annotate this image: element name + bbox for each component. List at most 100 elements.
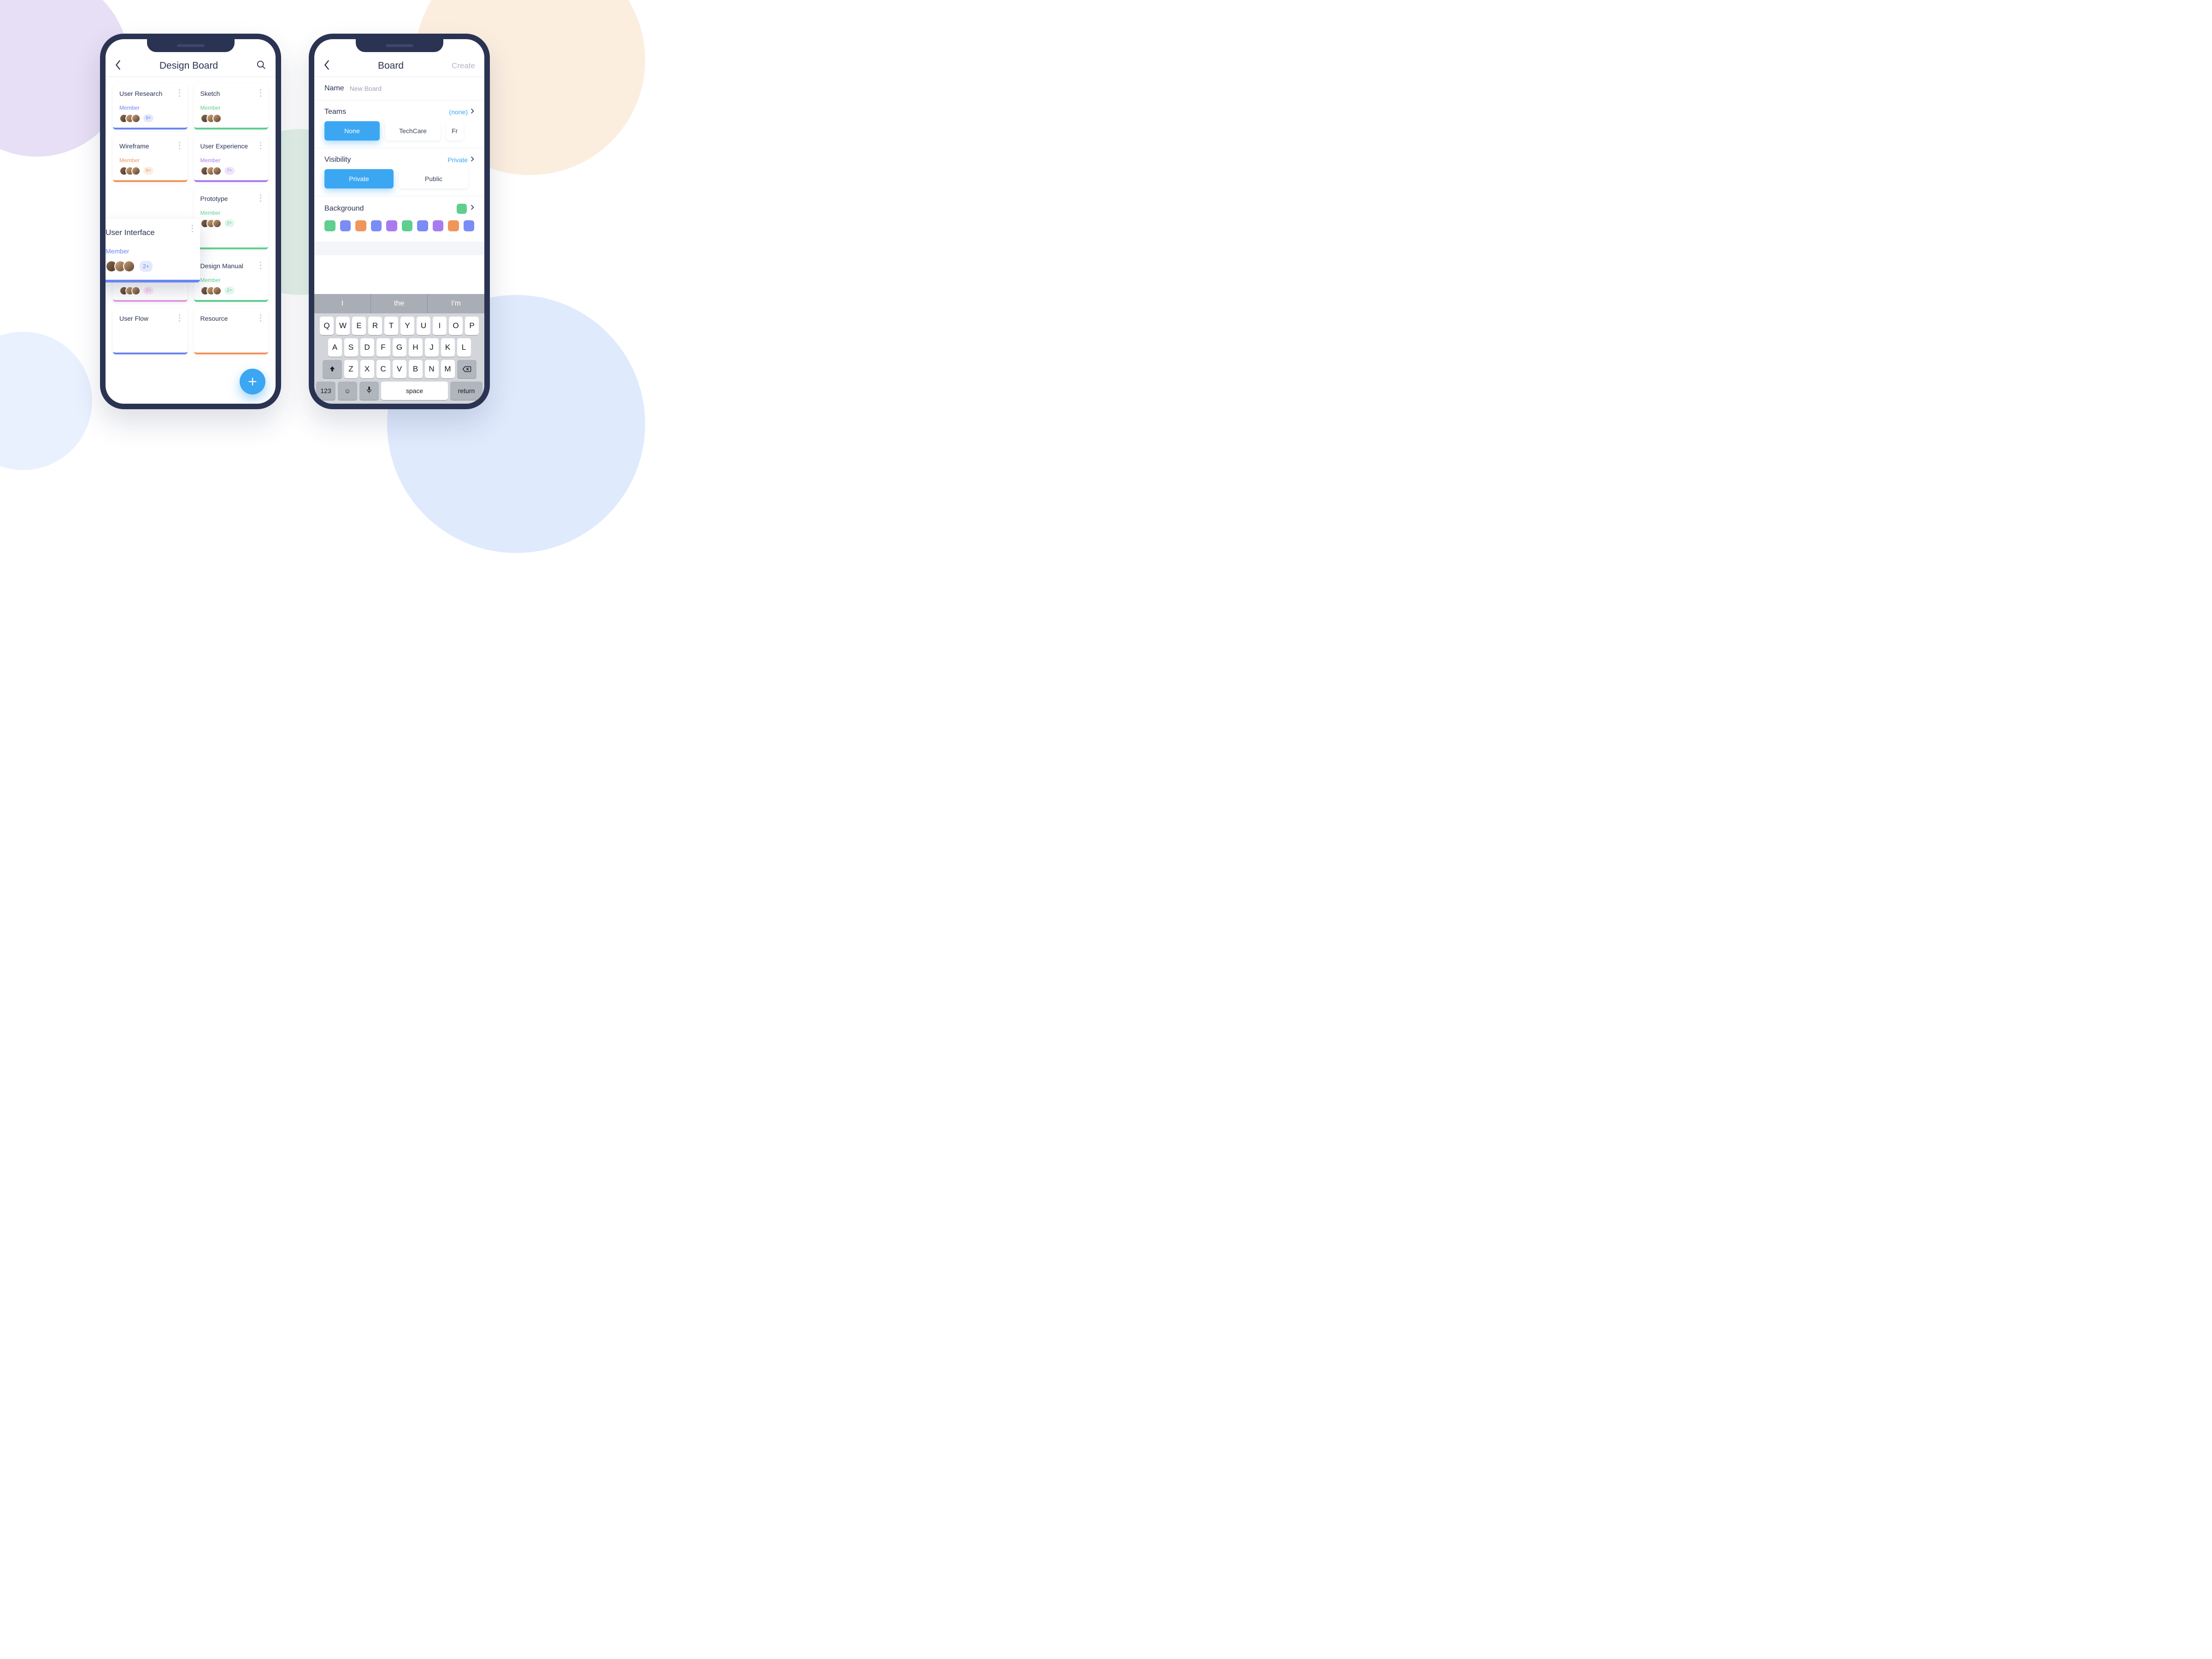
key[interactable]: M bbox=[441, 360, 455, 378]
board-card[interactable]: Design ManualMember2+ bbox=[194, 256, 269, 302]
key[interactable]: H bbox=[409, 338, 423, 357]
color-swatch[interactable] bbox=[402, 220, 413, 231]
form-spacer bbox=[314, 241, 484, 255]
board-card[interactable]: User InterfaceMember2+ bbox=[106, 219, 200, 282]
visibility-chip[interactable]: Private bbox=[324, 169, 394, 188]
key[interactable]: V bbox=[393, 360, 406, 378]
key[interactable]: G bbox=[393, 338, 406, 357]
name-field[interactable]: Name New Board bbox=[314, 77, 484, 100]
add-board-fab[interactable] bbox=[240, 369, 265, 394]
key[interactable]: S bbox=[344, 338, 358, 357]
visibility-label: Visibility bbox=[324, 156, 351, 164]
key[interactable]: K bbox=[441, 338, 455, 357]
key[interactable]: C bbox=[377, 360, 390, 378]
color-swatch[interactable] bbox=[324, 220, 335, 231]
key[interactable]: T bbox=[384, 317, 398, 335]
key[interactable]: D bbox=[360, 338, 374, 357]
card-menu-icon[interactable] bbox=[257, 313, 264, 323]
card-menu-icon[interactable] bbox=[176, 141, 183, 151]
card-menu-icon[interactable] bbox=[189, 224, 195, 234]
space-key[interactable]: space bbox=[381, 382, 448, 400]
shift-key[interactable] bbox=[323, 360, 342, 378]
numbers-key[interactable]: 123 bbox=[316, 382, 335, 400]
page-title: Board bbox=[378, 60, 404, 71]
card-title: User Research bbox=[119, 90, 181, 97]
avatar bbox=[131, 286, 141, 295]
prediction-item[interactable]: the bbox=[371, 294, 428, 313]
key[interactable]: O bbox=[449, 317, 463, 335]
key[interactable]: F bbox=[377, 338, 390, 357]
emoji-key[interactable]: ☺ bbox=[338, 382, 357, 400]
create-button[interactable]: Create bbox=[452, 61, 475, 71]
color-swatch[interactable] bbox=[340, 220, 351, 231]
board-card[interactable]: User ExperienceMember7+ bbox=[194, 136, 269, 182]
color-swatch[interactable] bbox=[371, 220, 382, 231]
key[interactable]: A bbox=[328, 338, 342, 357]
board-card[interactable]: WireframeMember9+ bbox=[113, 136, 188, 182]
board-card[interactable]: Resource bbox=[194, 308, 269, 354]
member-label: Member bbox=[119, 157, 181, 164]
visibility-chip[interactable]: Public bbox=[399, 169, 468, 188]
key[interactable]: I bbox=[433, 317, 447, 335]
avatar bbox=[212, 286, 222, 295]
color-swatch[interactable] bbox=[433, 220, 444, 231]
key[interactable]: Z bbox=[344, 360, 358, 378]
background-current-swatch bbox=[457, 204, 467, 214]
card-title: Sketch bbox=[200, 90, 262, 97]
color-swatch[interactable] bbox=[355, 220, 366, 231]
board-card[interactable]: User Flow bbox=[113, 308, 188, 354]
prediction-item[interactable]: I'm bbox=[428, 294, 484, 313]
return-key[interactable]: return bbox=[450, 382, 482, 400]
mic-key[interactable] bbox=[359, 382, 379, 400]
key[interactable]: U bbox=[417, 317, 430, 335]
team-chip[interactable]: TechCare bbox=[385, 121, 441, 141]
key[interactable]: X bbox=[360, 360, 374, 378]
background-row[interactable]: Background bbox=[314, 196, 484, 216]
card-title: Resource bbox=[200, 315, 262, 322]
member-count-badge: 9+ bbox=[143, 167, 153, 175]
board-card[interactable]: User ResearchMember9+ bbox=[113, 83, 188, 129]
visibility-row[interactable]: Visibility Private bbox=[314, 148, 484, 169]
key[interactable]: P bbox=[465, 317, 479, 335]
back-button[interactable] bbox=[324, 60, 330, 72]
card-menu-icon[interactable] bbox=[257, 193, 264, 203]
avatar bbox=[212, 219, 222, 228]
card-title: User Interface bbox=[106, 228, 191, 237]
card-menu-icon[interactable] bbox=[176, 88, 183, 98]
key[interactable]: L bbox=[457, 338, 471, 357]
key[interactable]: W bbox=[336, 317, 350, 335]
key[interactable]: J bbox=[425, 338, 439, 357]
team-chip[interactable]: None bbox=[324, 121, 380, 141]
chevron-right-icon bbox=[471, 204, 474, 213]
member-label: Member bbox=[200, 105, 262, 111]
key[interactable]: Y bbox=[400, 317, 414, 335]
key[interactable]: E bbox=[352, 317, 366, 335]
color-swatch[interactable] bbox=[417, 220, 428, 231]
name-input[interactable]: New Board bbox=[350, 85, 382, 92]
board-card[interactable]: PrototypeMember2+ bbox=[194, 188, 269, 249]
backspace-key[interactable] bbox=[457, 360, 477, 378]
color-swatch[interactable] bbox=[464, 220, 475, 231]
board-grid-scroll[interactable]: User ResearchMember9+SketchMemberWirefra… bbox=[106, 77, 276, 404]
key[interactable]: Q bbox=[320, 317, 334, 335]
card-menu-icon[interactable] bbox=[257, 88, 264, 98]
key[interactable]: B bbox=[409, 360, 423, 378]
chevron-right-icon bbox=[471, 156, 474, 165]
prediction-item[interactable]: I bbox=[314, 294, 371, 313]
card-menu-icon[interactable] bbox=[257, 260, 264, 271]
card-menu-icon[interactable] bbox=[176, 313, 183, 323]
member-count-badge: 2+ bbox=[224, 287, 235, 294]
page-title: Design Board bbox=[159, 60, 218, 71]
board-card[interactable]: Sketch Member bbox=[194, 83, 269, 129]
design-board-phone: Design Board User ResearchMember9+Sketch… bbox=[100, 34, 281, 409]
teams-value: (none) bbox=[449, 108, 468, 116]
key[interactable]: N bbox=[425, 360, 439, 378]
card-menu-icon[interactable] bbox=[257, 141, 264, 151]
color-swatch[interactable] bbox=[448, 220, 459, 231]
search-button[interactable] bbox=[256, 60, 266, 72]
color-swatch[interactable] bbox=[386, 220, 397, 231]
team-chip[interactable]: Fr bbox=[446, 121, 464, 141]
key[interactable]: R bbox=[368, 317, 382, 335]
teams-row[interactable]: Teams (none) bbox=[314, 100, 484, 121]
back-button[interactable] bbox=[115, 60, 121, 72]
